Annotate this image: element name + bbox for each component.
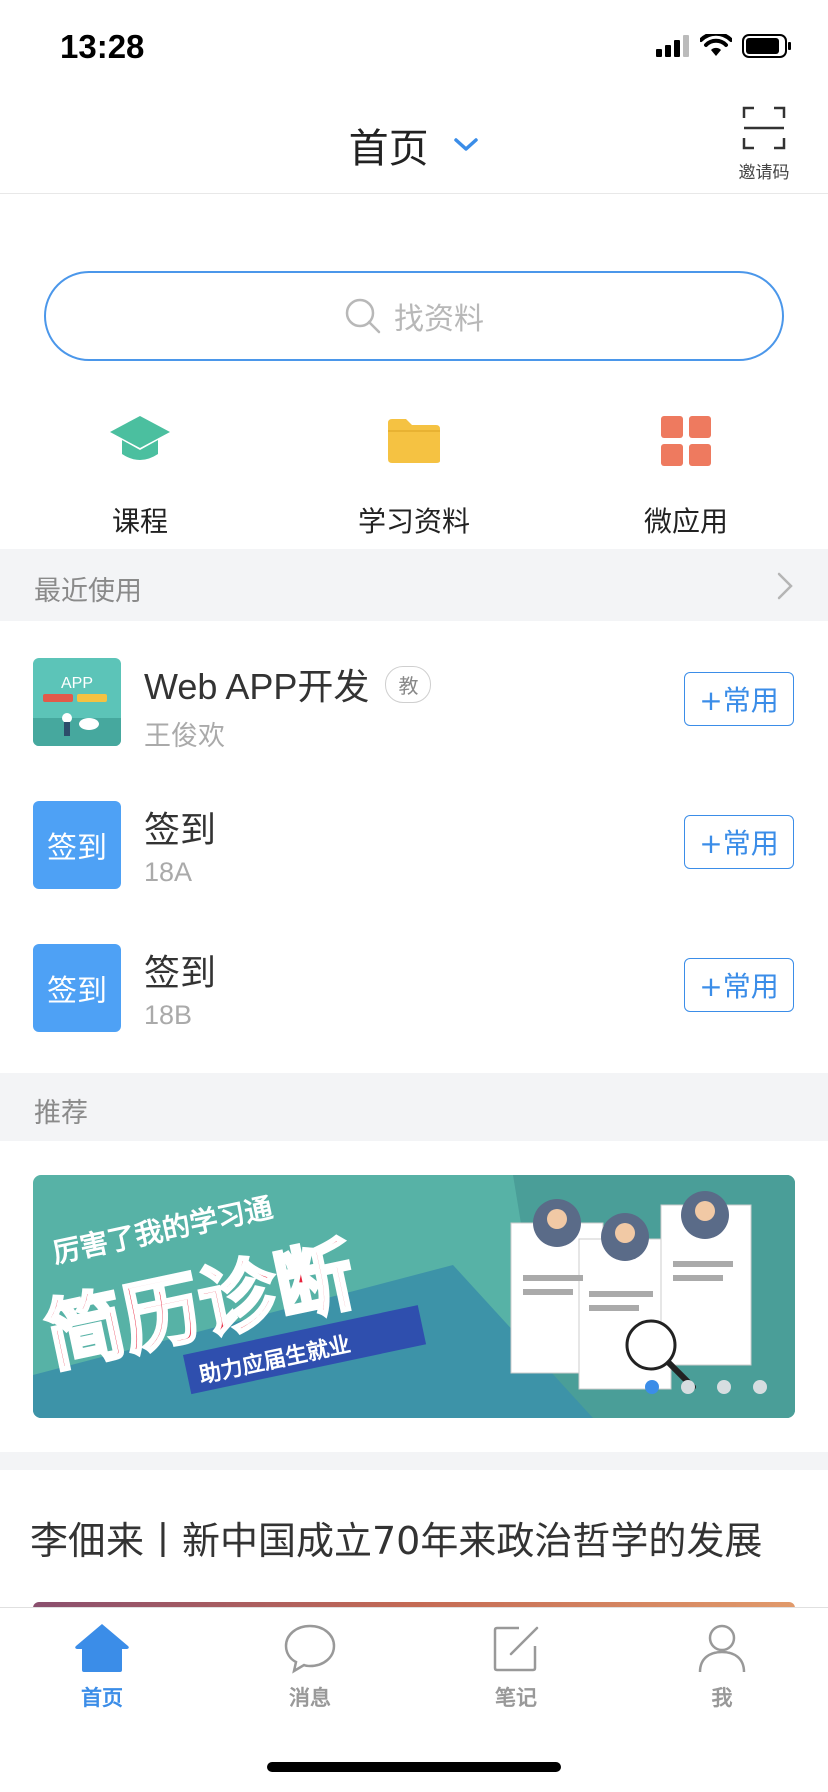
invite-code-label: 邀请码 bbox=[738, 163, 790, 183]
teacher-badge: 教 bbox=[385, 665, 432, 703]
chevron-down-icon bbox=[454, 138, 479, 151]
banner-pagination bbox=[645, 1380, 767, 1394]
pagination-dot[interactable] bbox=[681, 1380, 695, 1394]
checkin-thumbnail: 签到 bbox=[33, 944, 121, 1032]
checkin-title: 签到 bbox=[144, 809, 217, 850]
checkin-subtitle: 18B bbox=[144, 1000, 193, 1030]
tab-me[interactable]: 我 bbox=[662, 1622, 782, 1712]
tab-messages[interactable]: 消息 bbox=[250, 1622, 370, 1712]
wifi-icon bbox=[700, 34, 732, 56]
pagination-dot-active[interactable] bbox=[645, 1380, 659, 1394]
section-divider bbox=[0, 1452, 828, 1470]
user-icon bbox=[698, 1624, 746, 1673]
status-icons bbox=[656, 34, 792, 58]
search-placeholder: 找资料 bbox=[394, 302, 484, 337]
add-favorite-button[interactable]: +常用 bbox=[684, 958, 794, 1012]
thumb-text: APP bbox=[61, 675, 93, 692]
recommend-section-header: 推荐 bbox=[0, 1073, 828, 1141]
page-title: 首页 bbox=[348, 126, 429, 172]
chat-bubble-icon bbox=[284, 1624, 336, 1674]
search-input[interactable]: 找资料 bbox=[44, 271, 784, 361]
row-title: Web APP开发 教 bbox=[144, 658, 432, 710]
section-title: 最近使用 bbox=[34, 576, 142, 607]
pagination-dot[interactable] bbox=[717, 1380, 731, 1394]
tab-label: 消息 bbox=[289, 1686, 331, 1710]
list-item[interactable]: 签到 签到 18A +常用 bbox=[0, 801, 828, 931]
course-thumbnail: APP bbox=[33, 658, 121, 746]
battery-icon bbox=[742, 34, 791, 58]
home-indicator[interactable] bbox=[267, 1762, 561, 1772]
course-title: Web APP开发 bbox=[144, 666, 370, 707]
section-title: 推荐 bbox=[34, 1098, 88, 1129]
quick-entry-micro-apps[interactable]: 微应用 bbox=[586, 410, 786, 540]
add-favorite-button[interactable]: +常用 bbox=[684, 815, 794, 869]
list-item[interactable]: APP Web APP开发 教 王俊欢 +常用 bbox=[0, 658, 828, 788]
recent-section-header[interactable]: 最近使用 bbox=[0, 549, 828, 621]
tab-notes[interactable]: 笔记 bbox=[456, 1622, 576, 1712]
add-favorite-button[interactable]: +常用 bbox=[684, 672, 794, 726]
recommend-banner[interactable]: 厉害了我的学习通 简历诊断 助力应届生就业 bbox=[33, 1175, 795, 1418]
article-title[interactable]: 李佃来丨新中国成立70年来政治哲学的发展 bbox=[30, 1510, 762, 1565]
top-nav: 首页 邀请码 bbox=[0, 96, 828, 194]
tab-home[interactable]: 首页 bbox=[42, 1622, 162, 1712]
chevron-right-icon bbox=[777, 572, 793, 600]
home-title-dropdown[interactable]: 首页 bbox=[0, 116, 828, 174]
tab-label: 首页 bbox=[81, 1686, 123, 1710]
checkin-title: 签到 bbox=[144, 952, 217, 993]
scan-icon bbox=[742, 106, 786, 150]
grid-icon bbox=[661, 416, 711, 466]
checkin-subtitle: 18A bbox=[144, 857, 193, 887]
course-teacher: 王俊欢 bbox=[144, 721, 225, 751]
tab-label: 我 bbox=[711, 1686, 733, 1710]
status-bar: 13:28 bbox=[0, 0, 828, 96]
quick-entry-label: 课程 bbox=[111, 505, 168, 538]
invite-code-button[interactable]: 邀请码 bbox=[734, 106, 794, 183]
quick-entries: 课程 学习资料 微应用 bbox=[0, 410, 828, 540]
checkin-thumbnail: 签到 bbox=[33, 801, 121, 889]
quick-entry-materials[interactable]: 学习资料 bbox=[314, 410, 514, 540]
folder-icon bbox=[388, 419, 440, 463]
pagination-dot[interactable] bbox=[753, 1380, 767, 1394]
search-icon bbox=[345, 298, 381, 334]
signal-icon bbox=[656, 35, 689, 57]
note-edit-icon bbox=[493, 1626, 539, 1672]
home-icon bbox=[75, 1624, 129, 1672]
quick-entry-courses[interactable]: 课程 bbox=[40, 410, 240, 540]
graduation-cap-icon bbox=[110, 416, 170, 460]
status-time: 13:28 bbox=[60, 28, 145, 65]
list-item[interactable]: 签到 签到 18B +常用 bbox=[0, 944, 828, 1074]
quick-entry-label: 微应用 bbox=[643, 505, 728, 538]
quick-entry-label: 学习资料 bbox=[357, 505, 470, 538]
tab-label: 笔记 bbox=[495, 1686, 537, 1710]
